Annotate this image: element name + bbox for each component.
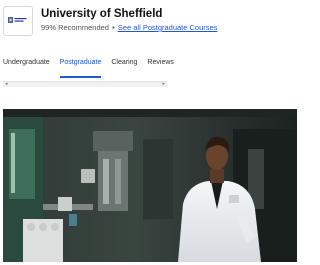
- scroll-right-icon[interactable]: ▸: [162, 81, 165, 87]
- scroll-left-icon[interactable]: ◂: [5, 81, 8, 87]
- tab-postgraduate[interactable]: Postgraduate: [59, 56, 101, 78]
- recommendation-line: 99% Recommended • See all Postgraduate C…: [41, 23, 217, 32]
- tab-undergraduate[interactable]: Undergraduate: [3, 56, 50, 78]
- university-name[interactable]: University of Sheffield: [41, 8, 162, 20]
- see-all-courses-link[interactable]: See all Postgraduate Courses: [118, 23, 218, 32]
- laboratory-scientist-photo: [3, 109, 297, 262]
- hero-image: [3, 109, 297, 262]
- tab-clearing[interactable]: Clearing: [111, 56, 137, 78]
- separator-dot: •: [112, 23, 115, 32]
- recommended-percent: 99% Recommended: [41, 23, 109, 32]
- tabs-scrollbar[interactable]: ◂ ▸: [3, 81, 167, 87]
- course-level-tabs: Undergraduate Postgraduate Clearing Revi…: [0, 56, 300, 78]
- tab-reviews[interactable]: Reviews: [147, 56, 173, 78]
- university-crest-icon: [8, 17, 27, 23]
- course-header: University of Sheffield 99% Recommended …: [0, 0, 300, 44]
- university-logo[interactable]: [3, 6, 33, 36]
